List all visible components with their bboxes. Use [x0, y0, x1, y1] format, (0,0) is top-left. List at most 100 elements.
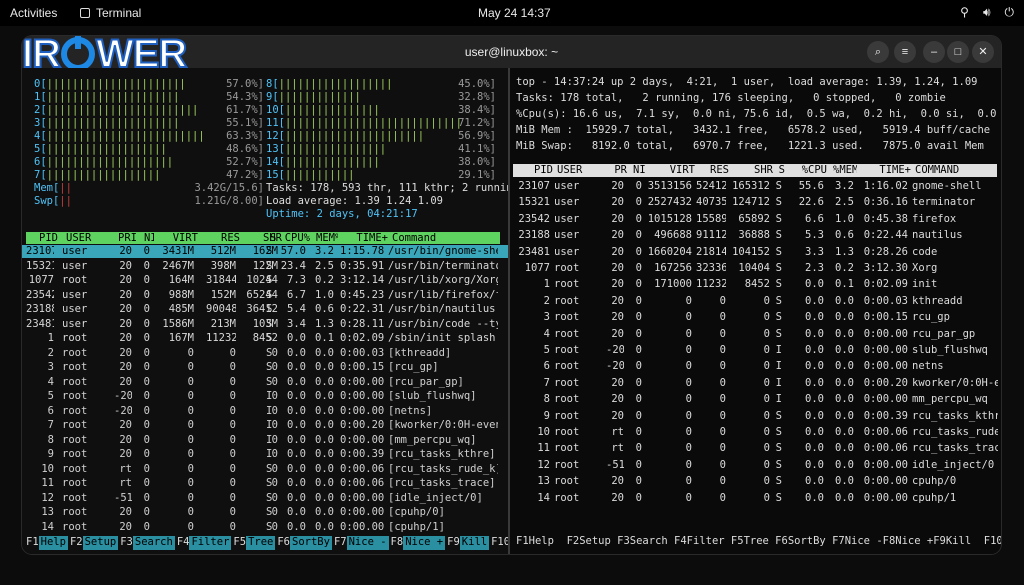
table-row[interactable]: 1 root 20 0 167M 11232 8452 S 0.0 0.1 0:02.09/sbin…: [22, 332, 508, 345]
column-header[interactable]: %CPU: [793, 164, 827, 177]
column-header[interactable]: PID: [521, 164, 553, 177]
column-header[interactable]: RES: [210, 232, 240, 245]
table-row[interactable]: 13 root 20 0 0 0 0 S 0.0 0.0 0:00.00 [cpuhp/0]: [22, 506, 508, 519]
table-row[interactable]: 23542 user 20 0 1015128 155892 65892 S 6.6 1.0 0:4…: [510, 213, 1001, 226]
fkey-action[interactable]: SortBy: [290, 536, 332, 550]
column-header[interactable]: TIME+: [861, 164, 911, 177]
table-row[interactable]: 23481 user 20 0 1660204 218140 104152 S 3.3 1.3 0:…: [510, 246, 1001, 259]
network-icon[interactable]: ⚲: [960, 5, 969, 20]
table-row[interactable]: 23481user2001586M213M103MS3.41.30:28.11/…: [22, 318, 508, 331]
table-row[interactable]: 5 root -20 0 0 0 0 I 0.0 0.0 0:00.00 slub_flushwq: [510, 344, 1001, 357]
table-row[interactable]: 1077 root 20 0 167256 32336 10404 S 2.3 0.2 3:12.3…: [510, 262, 1001, 275]
table-row[interactable]: 7root200000I0.00.00:00.20kworker/0:0H-ev…: [510, 377, 1001, 390]
table-row[interactable]: 2 root 20 0 0 0 0 S 0.0 0.0 0:00.03 [kthreadd]: [22, 347, 508, 360]
fkey-number[interactable]: F6: [277, 536, 290, 550]
cpu-bar: |||||||||||||||: [284, 156, 380, 168]
table-row[interactable]: 2 root 20 0 0 0 0 S 0.0 0.0 0:00.03 kthreadd: [510, 295, 1001, 308]
column-header[interactable]: PID: [30, 232, 58, 245]
table-cell: 0:00.00: [340, 404, 384, 417]
column-header[interactable]: COMMAND: [915, 164, 1001, 177]
table-row[interactable]: 23188user200485M9004836412S5.40.60:22.31…: [22, 303, 508, 316]
maximize-button[interactable]: □: [947, 41, 969, 63]
table-row[interactable]: 11 root rt 0 0 0 0 S 0.0 0.0 0:00.06 rcu_tasks_trac…: [510, 442, 1001, 455]
table-row[interactable]: 3 root 20 0 0 0 0 S 0.0 0.0 0:00.15 [rcu_gp]: [22, 361, 508, 374]
close-button[interactable]: ✕: [972, 41, 994, 63]
menu-button[interactable]: ≡: [894, 41, 916, 63]
table-cell: rt: [611, 426, 624, 438]
table-row[interactable]: 13 root 20 0 0 0 0 S 0.0 0.0 0:00.00 cpuhp/0: [510, 475, 1001, 488]
minimize-button[interactable]: –: [923, 41, 945, 63]
table-row[interactable]: 8 root 20 0 0 0 0 I 0.0 0.0 0:00.00 [mm_percpu_wq]: [22, 434, 508, 447]
table-row[interactable]: 3 root 20 0 0 0 0 S 0.0 0.0 0:00.15 rcu_gp: [510, 311, 1001, 324]
htop-pane[interactable]: 0[|||||||||||||||||||||| 57.0%] 1[||||||||…: [22, 68, 540, 554]
column-header[interactable]: TIME+: [344, 232, 388, 245]
column-header[interactable]: PRI: [118, 232, 136, 245]
fkey-number[interactable]: F2: [70, 536, 83, 550]
column-header[interactable]: PR: [609, 164, 627, 177]
column-header[interactable]: NI: [144, 232, 154, 245]
fkey-action[interactable]: Search: [132, 536, 175, 550]
column-header[interactable]: %MEM: [833, 164, 857, 177]
column-header[interactable]: VIRT: [158, 232, 198, 245]
fkey-action[interactable]: Nice -: [346, 536, 389, 550]
process-table-header[interactable]: PIDUSERPRINIVIRTRESSHRSCPU%MEM%TIME+Comm…: [26, 232, 500, 244]
top-table-header[interactable]: PID USER PR NI VIRT RES SHR S %CPU %MEM TIME+ COMMA…: [513, 164, 997, 177]
table-row[interactable]: 1 root 20 0 171000 11232 8452 S 0.0 0.1 0:02.09 ini…: [510, 278, 1001, 291]
table-row[interactable]: 9 root 20 0 0 0 0 S 0.0 0.0 0:00.39 rcu_tasks_kthre: [510, 410, 1001, 423]
table-row[interactable]: 14 root 20 0 0 0 0 S 0.0 0.0 0:00.00 [cpuhp/1]: [22, 521, 508, 534]
table-row[interactable]: 10 root rt 0 0 0 0 S 0.0 0.0 0:00.06 rcu_tasks_rude…: [510, 426, 1001, 439]
power-icon[interactable]: ⏻: [1005, 5, 1015, 20]
fkey-action[interactable]: Help: [38, 536, 68, 550]
table-row[interactable]: 7 root 20 0 0 0 0 I 0.0 0.0 0:00.20 [kworker/0:0H-e…: [22, 419, 508, 432]
column-header[interactable]: RES: [699, 164, 729, 177]
fkey-number[interactable]: F3: [120, 536, 133, 550]
table-row[interactable]: 10 root rt 0 0 0 0 S 0.0 0.0 0:00.06 [rcu_tasks_rud…: [22, 463, 508, 476]
table-row[interactable]: 23542user200988M152M65244S6.71.00:45.23/…: [22, 289, 508, 302]
column-header[interactable]: S: [270, 232, 278, 245]
column-header[interactable]: USER: [66, 232, 106, 245]
table-row[interactable]: 23188 user 20 0 496688 91112 36888 S 5.3 0.6 0:22.…: [510, 229, 1001, 242]
column-header[interactable]: S: [775, 164, 785, 177]
table-row[interactable]: 1077 root 20 0 164M 31844 10244 S 7.3 0.2 3:12.14/…: [22, 274, 508, 287]
activities-button[interactable]: Activities: [10, 6, 57, 20]
table-row[interactable]: 4 root 20 0 0 0 0 S 0.0 0.0 0:00.00 [rcu_par_gp]: [22, 376, 508, 389]
clock[interactable]: May 24 14:37: [478, 6, 551, 20]
app-menu[interactable]: Terminal: [80, 6, 141, 20]
table-row[interactable]: 6 root -20 0 0 0 0 I 0.0 0.0 0:00.00 [netns]: [22, 405, 508, 418]
fkey-action[interactable]: Setup: [82, 536, 119, 550]
system-tray[interactable]: ⚲ 🔊︎ ⏻: [960, 5, 1014, 20]
table-row[interactable]: 4 root 20 0 0 0 0 S 0.0 0.0 0:00.00 rcu_par_gp: [510, 328, 1001, 341]
fkey-number[interactable]: F1: [26, 536, 39, 550]
table-row[interactable]: 6 root -20 0 0 0 0 I 0.0 0.0 0:00.00 netns: [510, 360, 1001, 373]
table-row[interactable]: 11 root rt 0 0 0 0 S 0.0 0.0 0:00.06 [rcu_tasks_tra…: [22, 477, 508, 490]
table-row[interactable]: 23107 user 20 0 3513156 524120 165312 S 55.6 3.2 1…: [510, 180, 1001, 193]
table-row[interactable]: 12 root -51 0 0 0 0 S 0.0 0.0 0:00.00 idle_inject/0: [510, 459, 1001, 472]
column-header[interactable]: USER: [557, 164, 597, 177]
fkey-number[interactable]: F8: [391, 536, 404, 550]
fkey-action[interactable]: Filter: [189, 536, 232, 550]
table-row[interactable]: 23107user2003431M512M162MS57.03.21:15.78…: [22, 245, 508, 258]
table-row[interactable]: 12 root -51 0 0 0 0 S 0.0 0.0 0:00.00 [idle_inject/…: [22, 492, 508, 505]
top-pane[interactable]: top - 14:37:24 up 2 days, 4:21, 1 user, …: [510, 68, 1001, 554]
column-header[interactable]: NI: [633, 164, 645, 177]
table-row[interactable]: 15321user2002467M398M122MS23.42.50:35.91…: [22, 260, 508, 273]
fkey-action[interactable]: Nice +: [403, 536, 446, 550]
table-row[interactable]: 5 root -20 0 0 0 0 I 0.0 0.0 0:00.00 [slub_flushwq]: [22, 390, 508, 403]
fkey-number[interactable]: F5: [233, 536, 246, 550]
fkey-action[interactable]: Kill: [459, 536, 490, 550]
fkey-number[interactable]: F4: [177, 536, 190, 550]
column-header[interactable]: CPU%: [280, 232, 310, 245]
column-header[interactable]: VIRT: [647, 164, 695, 177]
table-row[interactable]: 8 root 20 0 0 0 0 I 0.0 0.0 0:00.00 mm_percpu_wq: [510, 393, 1001, 406]
column-header[interactable]: Command: [392, 232, 502, 245]
fkey-number[interactable]: F9: [447, 536, 460, 550]
search-button[interactable]: ⌕: [867, 41, 889, 63]
fkey-number[interactable]: F7: [334, 536, 347, 550]
column-header[interactable]: MEM%: [316, 232, 338, 245]
column-header[interactable]: SHR: [731, 164, 773, 177]
fkey-action[interactable]: Tree: [246, 536, 276, 550]
table-row[interactable]: 14 root 20 0 0 0 0 S 0.0 0.0 0:00.00 cpuhp/1: [510, 492, 1001, 505]
volume-icon[interactable]: 🔊︎: [983, 5, 991, 20]
table-row[interactable]: 9 root 20 0 0 0 0 I 0.0 0.0 0:00.39 [rcu_tasks_kthr…: [22, 448, 508, 461]
table-row[interactable]: 15321 user 20 0 2527432 407356 124712 S 22.6 2.5 0…: [510, 196, 1001, 209]
